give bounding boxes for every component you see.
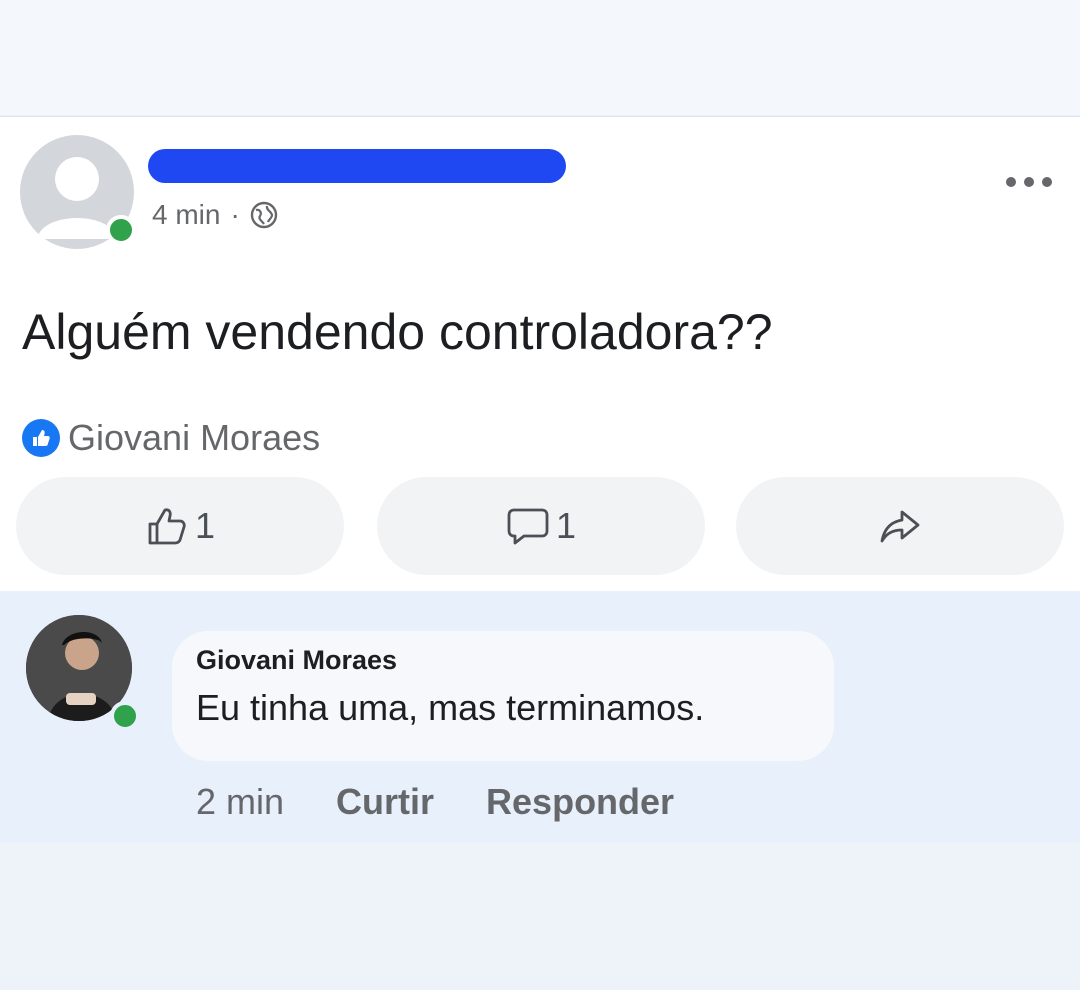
comment-meta: 2 min Curtir Responder (196, 781, 674, 823)
thumbs-up-icon (148, 508, 186, 545)
comment-button[interactable]: 1 (377, 477, 705, 575)
comment-author[interactable]: Giovani Moraes (196, 645, 397, 676)
post-card: 4 min · Alguém vendendo controladora?? G… (0, 116, 1080, 592)
like-button[interactable]: 1 (16, 477, 344, 575)
comments-section: Giovani Moraes Eu tinha uma, mas termina… (0, 591, 1080, 843)
comment-reply-button[interactable]: Responder (486, 781, 674, 823)
comment-bubble: Giovani Moraes Eu tinha uma, mas termina… (172, 631, 834, 761)
commenter-online-dot (110, 701, 140, 731)
comment-icon (507, 508, 549, 545)
share-arrow-icon (880, 510, 920, 543)
redacted-author-name (148, 149, 566, 183)
share-button[interactable] (736, 477, 1064, 575)
meta-separator: · (230, 199, 240, 230)
reactions-summary[interactable]: Giovani Moraes (22, 417, 320, 459)
top-background (0, 0, 1080, 115)
more-options-icon[interactable] (1005, 165, 1053, 188)
comment-time[interactable]: 2 min (196, 781, 284, 823)
comment-like-button[interactable]: Curtir (336, 781, 434, 823)
online-status-dot (106, 215, 136, 245)
post-time[interactable]: 4 min (152, 199, 220, 231)
action-bar: 1 1 (16, 477, 1066, 575)
reaction-user-name: Giovani Moraes (68, 417, 321, 458)
like-reaction-icon (22, 419, 60, 457)
like-count: 1 (194, 505, 216, 546)
post-meta: 4 min · (152, 199, 278, 231)
comment-count: 1 (555, 505, 577, 546)
comment-text: Eu tinha uma, mas terminamos. (196, 687, 705, 728)
globe-icon (250, 201, 277, 229)
post-text: Alguém vendendo controladora?? (22, 304, 773, 360)
